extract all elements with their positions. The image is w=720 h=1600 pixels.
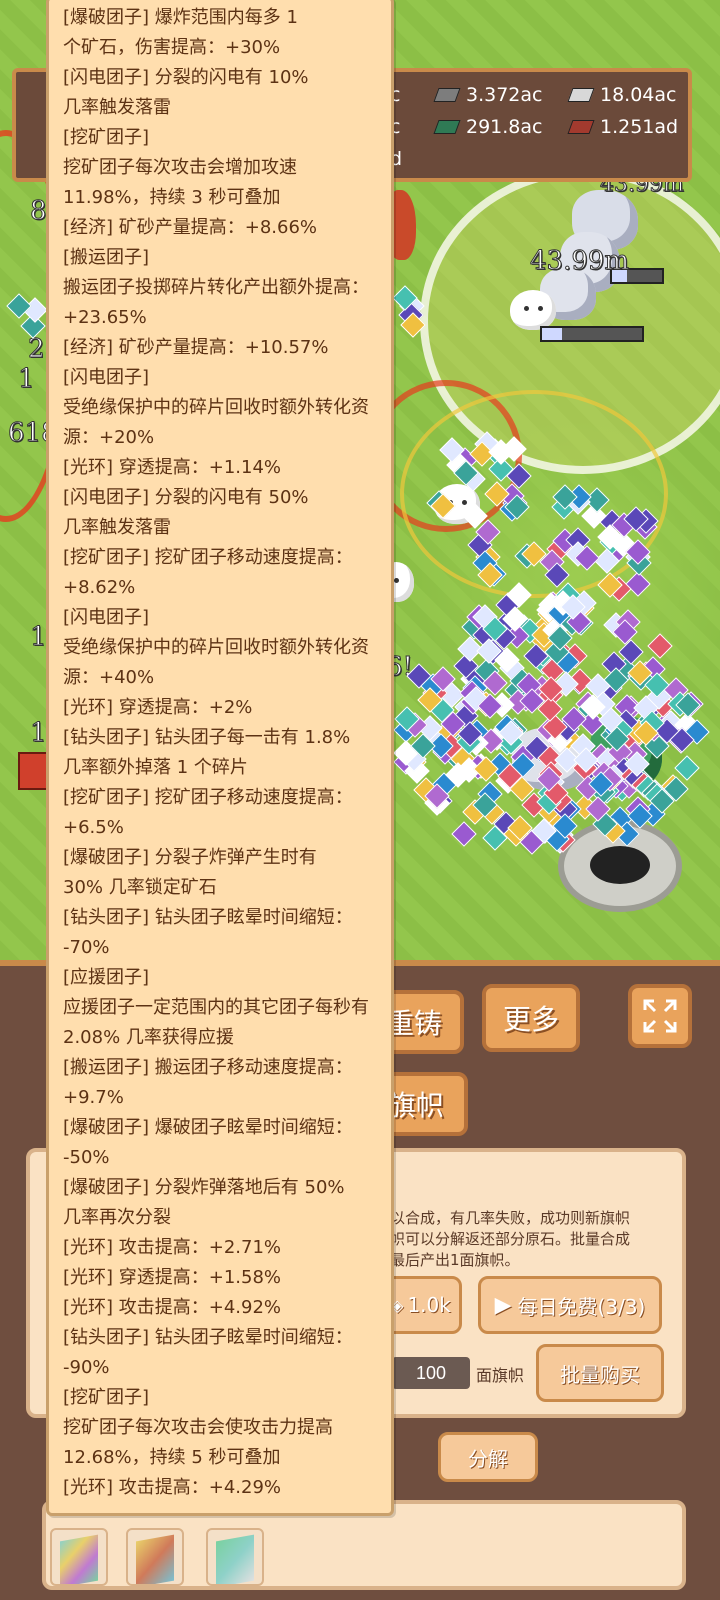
damage-number: 1	[18, 364, 36, 395]
buff-line: -50%	[63, 1147, 110, 1168]
fullscreen-button[interactable]	[628, 984, 692, 1048]
flag-icon	[216, 1534, 254, 1584]
shard-gem	[451, 821, 477, 848]
buff-line: 30% 几率锁定矿石	[63, 877, 217, 898]
resource-iron: 3.372ac	[433, 84, 543, 106]
buff-line: [挖矿团子] 挖矿团子移动速度提高：	[63, 787, 353, 808]
flag-item-slot[interactable]	[50, 1528, 108, 1586]
buff-line: 11.98%，持续 3 秒可叠加	[63, 187, 281, 208]
buff-line: [光环] 攻击提高：+4.92%	[63, 1297, 282, 1318]
resource-ruby: 1.251ad	[567, 116, 679, 138]
buff-line: 几率再次分裂	[63, 1207, 171, 1228]
buff-line: [挖矿团子]	[63, 127, 150, 148]
buff-line: 挖矿团子每次攻击会增加攻速	[63, 157, 297, 178]
monster-hp-text: 43.99m	[529, 246, 630, 277]
buff-line: [光环] 攻击提高：+2.71%	[63, 1237, 282, 1258]
buff-line: [光环] 穿透提高：+1.58%	[63, 1267, 282, 1288]
buff-line: [挖矿团子] 挖矿团子移动速度提高：	[63, 547, 353, 568]
buff-line: [钻头团子] 钻头团子每一击有 1.8%	[63, 727, 351, 748]
more-button[interactable]: 更多	[482, 984, 580, 1052]
resource-emerald: 291.8ac	[433, 116, 543, 138]
damage-number: 2	[28, 334, 46, 365]
buff-line: [搬运团子]	[63, 247, 150, 268]
buff-line: 受绝缘保护中的碎片回收时额外转化资	[63, 637, 369, 658]
damage-number: 1	[30, 622, 48, 653]
buff-line: 几率额外掉落 1 个碎片	[63, 757, 248, 778]
resource-silver: 18.04ac	[567, 84, 677, 106]
fullscreen-icon	[643, 999, 677, 1033]
buff-line: +9.7%	[63, 1087, 124, 1108]
buff-line: [闪电团子] 分裂的闪电有 10%	[63, 67, 309, 88]
buff-line: [搬运团子] 搬运团子移动速度提高：	[63, 1057, 353, 1078]
buff-line: 受绝缘保护中的碎片回收时额外转化资	[63, 397, 369, 418]
flag-description: 帜可以合成，有几率失败，成功则新旗帜 。旗帜可以分解返还部分原石。批量合成 直到…	[360, 1209, 631, 1269]
buff-line: [爆破团子] 爆炸范围内每多 1	[63, 7, 298, 28]
buff-line: [挖矿团子]	[63, 1387, 150, 1408]
batch-buy-button[interactable]: 批量购买	[536, 1344, 664, 1402]
daily-free-button[interactable]: ▶ 每日免费(3/3)	[478, 1276, 662, 1334]
ruby-ingot-icon	[567, 120, 595, 134]
buff-line: 12.68%，持续 5 秒可叠加	[63, 1447, 281, 1468]
resource-value: 291.8ac	[466, 116, 543, 138]
buff-line: [经济] 矿砂产量提高：+8.66%	[63, 217, 318, 238]
buff-line: [钻头团子] 钻头团子眩晕时间缩短：	[63, 907, 353, 928]
buff-line: 2.08% 几率获得应援	[63, 1027, 234, 1048]
shard-gem	[646, 633, 673, 660]
monster-hp-bar	[540, 326, 644, 342]
silver-ingot-icon	[567, 88, 595, 102]
buff-line: 应援团子一定范围内的其它团子每秒有	[63, 997, 369, 1018]
buff-line: -90%	[63, 1357, 110, 1378]
buff-tooltip: [爆破团子] 爆炸范围内每多 1 个矿石，伤害提高：+30% [闪电团子] 分裂的闪…	[46, 0, 394, 1516]
buff-line: 源：+20%	[63, 427, 155, 448]
buff-line: [爆破团子] 分裂子炸弹产生时有	[63, 847, 317, 868]
iron-ingot-icon	[433, 88, 461, 102]
flag-icon	[136, 1534, 174, 1584]
buff-line: [光环] 穿透提高：+2%	[63, 697, 253, 718]
unit-label: 面旗帜	[476, 1366, 525, 1385]
buff-line: [闪电团子]	[63, 607, 150, 628]
buff-line: +6.5%	[63, 817, 124, 838]
emerald-ingot-icon	[433, 120, 461, 134]
buff-line: [光环] 攻击提高：+4.29%	[63, 1477, 282, 1498]
buff-line: 挖矿团子每次攻击会使攻击力提高	[63, 1417, 333, 1438]
buff-line: [应援团子]	[63, 967, 150, 988]
resource-value: 18.04ac	[600, 84, 677, 106]
buff-line: [爆破团子] 分裂炸弹落地后有 50%	[63, 1177, 345, 1198]
buff-line: [钻头团子] 钻头团子眩晕时间缩短：	[63, 1327, 353, 1348]
buff-line: 源：+40%	[63, 667, 155, 688]
buff-line: [闪电团子]	[63, 367, 150, 388]
flag-item-slot[interactable]	[126, 1528, 184, 1586]
decompose-button[interactable]: 分解	[438, 1432, 538, 1482]
resource-value: 1.251ad	[600, 116, 679, 138]
buff-line: [光环] 穿透提高：+1.14%	[63, 457, 282, 478]
shard-gem	[674, 755, 700, 781]
flag-item-slot[interactable]	[206, 1528, 264, 1586]
buff-line: 搬运团子投掷碎片转化产出额外提高：	[63, 277, 369, 298]
buff-line: +23.65%	[63, 307, 147, 328]
resource-value: 3.372ac	[466, 84, 543, 106]
quantity-field[interactable]	[392, 1357, 470, 1389]
damage-number: 8	[30, 196, 48, 227]
flag-icon	[60, 1534, 98, 1584]
buff-line: -70%	[63, 937, 110, 958]
buff-line: [闪电团子] 分裂的闪电有 50%	[63, 487, 309, 508]
dango-unit[interactable]	[510, 290, 556, 330]
buff-line: +8.62%	[63, 577, 136, 598]
buff-line: [经济] 矿砂产量提高：+10.57%	[63, 337, 329, 358]
buff-line: 几率触发落雷	[63, 97, 171, 118]
buff-line: 几率触发落雷	[63, 517, 171, 538]
buff-line: [爆破团子] 爆破团子眩晕时间缩短：	[63, 1117, 353, 1138]
video-icon: ▶	[494, 1292, 512, 1318]
buff-line: 个矿石，伤害提高：+30%	[63, 37, 281, 58]
